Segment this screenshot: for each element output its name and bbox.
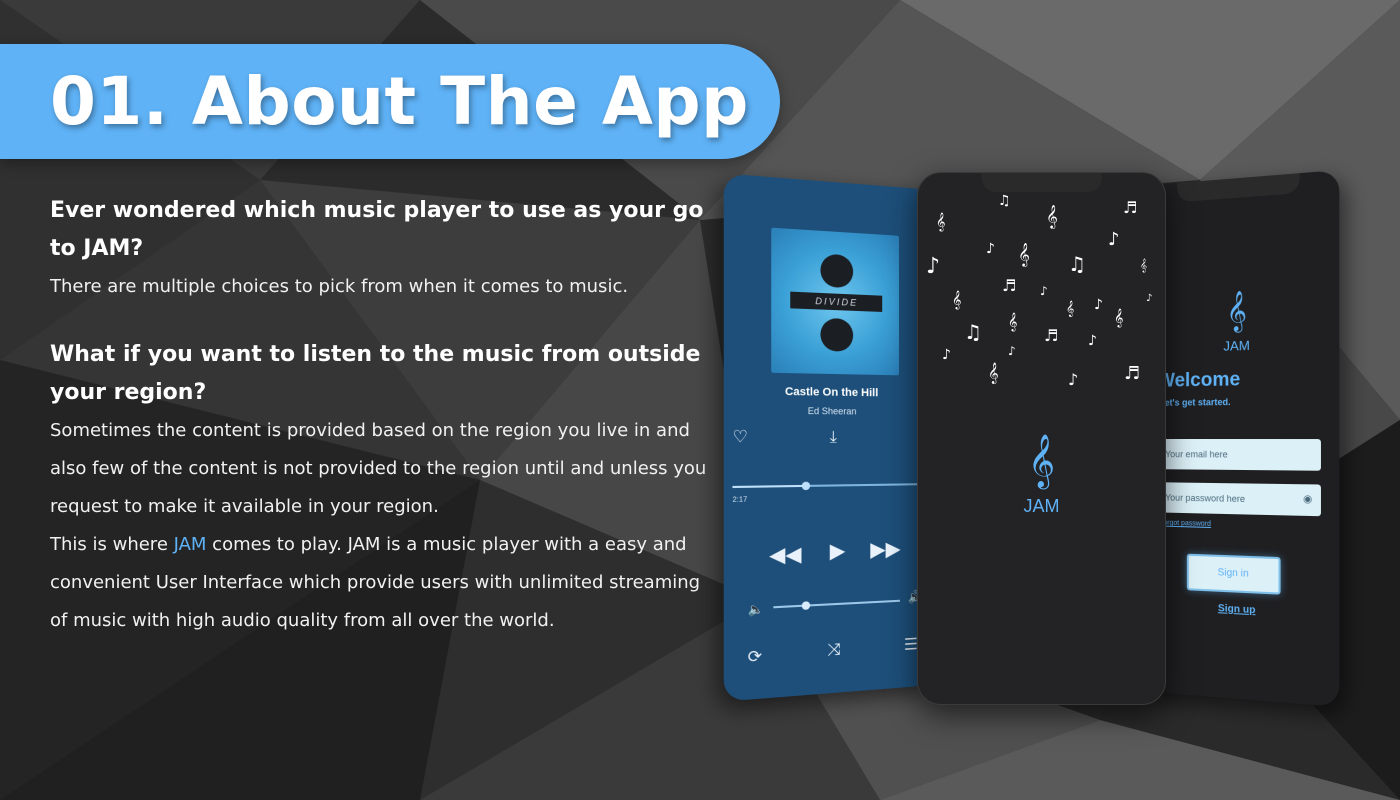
about-content: Ever wondered which music player to use … [50, 192, 710, 640]
svg-text:𝄞: 𝄞 [1046, 204, 1058, 229]
fast-forward-icon[interactable]: ▶▶ [870, 538, 900, 561]
password-placeholder: Your password here [1165, 492, 1246, 505]
svg-text:𝄞: 𝄞 [1018, 242, 1030, 267]
elapsed-time: 2:17 [732, 496, 748, 505]
password-field[interactable]: Your password here ◉ [1159, 482, 1321, 517]
play-icon[interactable]: ▶ [830, 540, 846, 563]
svg-text:♪: ♪ [1068, 370, 1078, 389]
title-banner: 01. About The App [0, 44, 780, 159]
svg-text:𝄞: 𝄞 [1114, 308, 1123, 328]
svg-text:♬: ♬ [1044, 326, 1058, 345]
volume-low-icon: 🔈 [747, 601, 764, 618]
forgot-password-link[interactable]: Forgot password [1159, 519, 1211, 527]
sign-up-link[interactable]: Sign up [1140, 599, 1339, 621]
svg-text:♪: ♪ [926, 254, 940, 279]
splash-app-name: JAM [1023, 496, 1060, 516]
heart-icon[interactable]: ♡ [732, 428, 748, 446]
svg-text:𝄞: 𝄞 [988, 363, 999, 384]
sign-in-button[interactable]: Sign in [1186, 553, 1281, 595]
heading-music-player: Ever wondered which music player to use … [50, 198, 704, 261]
email-placeholder: Your email here [1165, 449, 1228, 460]
paragraph-region: Sometimes the content is provided based … [50, 420, 707, 517]
svg-text:𝄞: 𝄞 [1140, 258, 1147, 272]
svg-text:♪: ♪ [1040, 284, 1048, 298]
progress-knob[interactable] [801, 481, 811, 491]
page-title: 01. About The App [50, 63, 749, 140]
music-notes-decoration: 𝄞 ♫ 𝄞 ♬ ♪ ♪ 𝄞 ♫ 𝄞 ♪ ♬ ♪ 𝄞 𝄞 ♪ 𝄞 ♪ 𝄞 ♫ ♬ … [926, 193, 1152, 389]
progress-bar[interactable] [732, 481, 934, 491]
shuffle-icon[interactable]: ⤨ [828, 641, 841, 659]
svg-text:♪: ♪ [1146, 293, 1152, 304]
song-title: Castle On the Hill [784, 385, 879, 400]
login-phone-mockup: 𝄞 JAM Welcome Let's get started. Your em… [1140, 169, 1340, 708]
svg-text:♬: ♬ [1002, 276, 1016, 295]
svg-text:𝄞: 𝄞 [952, 290, 961, 310]
svg-text:♪: ♪ [986, 241, 995, 257]
volume-knob[interactable] [801, 601, 811, 610]
welcome-title: Welcome [1157, 368, 1241, 392]
welcome-subtitle: Let's get started. [1159, 396, 1231, 408]
treble-clef-icon: 𝄞 [1226, 291, 1247, 332]
album-title: DIVIDE [790, 291, 883, 312]
paragraph-choices: There are multiple choices to pick from … [50, 276, 629, 297]
svg-text:♪: ♪ [1108, 229, 1120, 250]
svg-text:♫: ♫ [1068, 252, 1086, 276]
svg-text:♫: ♫ [998, 193, 1011, 209]
download-icon[interactable]: ⤓ [830, 429, 837, 447]
treble-clef-icon: 𝄞 [1027, 434, 1056, 486]
heading-region: What if you want to listen to the music … [50, 342, 701, 405]
song-artist: Ed Sheeran [807, 405, 857, 417]
svg-text:♪: ♪ [1008, 344, 1016, 358]
player-phone-mockup: DIVIDE Castle On the Hill Ed Sheeran ♡ ⤓… [723, 173, 934, 702]
jam-accent: JAM [173, 534, 207, 555]
volume-slider[interactable] [773, 599, 900, 610]
email-field[interactable]: Your email here [1159, 439, 1321, 471]
svg-text:♫: ♫ [964, 320, 982, 344]
album-cover: DIVIDE [771, 227, 900, 376]
paragraph-jam: This is where JAM comes to play. JAM is … [50, 526, 710, 640]
rewind-icon[interactable]: ◀◀ [769, 543, 801, 567]
svg-text:♪: ♪ [1094, 297, 1103, 313]
jam-prefix: This is where [50, 534, 174, 555]
svg-text:𝄞: 𝄞 [1008, 312, 1017, 332]
login-app-name: JAM [1223, 337, 1250, 354]
svg-text:♪: ♪ [1088, 333, 1097, 349]
repeat-icon[interactable]: ⟳ [748, 648, 762, 667]
svg-text:𝄞: 𝄞 [1066, 301, 1074, 317]
svg-text:♪: ♪ [942, 347, 951, 363]
svg-text:♬: ♬ [1123, 198, 1137, 217]
eye-off-icon[interactable]: ◉ [1303, 484, 1312, 516]
splash-phone-mockup: 𝄞 ♫ 𝄞 ♬ ♪ ♪ 𝄞 ♫ 𝄞 ♪ ♬ ♪ 𝄞 𝄞 ♪ 𝄞 ♪ 𝄞 ♫ ♬ … [917, 172, 1166, 705]
svg-text:𝄞: 𝄞 [936, 212, 945, 232]
queue-icon[interactable]: ☰ [904, 636, 918, 654]
svg-text:♬: ♬ [1124, 363, 1140, 384]
